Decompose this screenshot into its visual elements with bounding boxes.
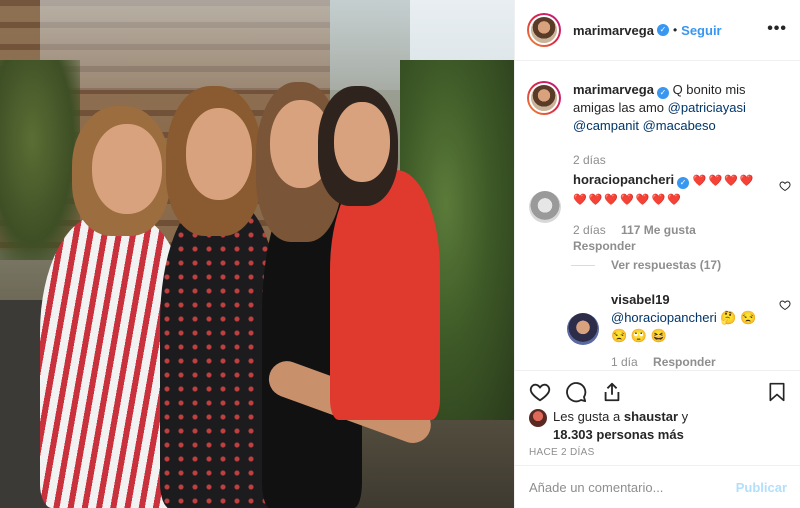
bookmark-icon[interactable] xyxy=(767,381,787,403)
post-panel: marimarvega ✓ • Seguir ••• marimarvega ✓ … xyxy=(514,0,800,508)
liker-avatar[interactable] xyxy=(529,409,547,427)
verified-icon: ✓ xyxy=(656,24,669,36)
more-icon[interactable]: ••• xyxy=(767,20,787,38)
comment-time[interactable]: 2 días xyxy=(573,223,606,237)
comment-input[interactable] xyxy=(529,480,736,495)
heart-icon[interactable] xyxy=(779,180,791,192)
commenter-username[interactable]: horaciopancheri xyxy=(573,172,674,187)
caption-avatar[interactable] xyxy=(527,81,561,115)
comment-icon[interactable] xyxy=(565,381,587,403)
author-username[interactable]: marimarvega xyxy=(573,23,654,38)
comment: horaciopancheri ✓ ❤️❤️❤️❤️❤️❤️❤️❤️❤️❤️❤️ … xyxy=(529,171,791,253)
heart-icon[interactable] xyxy=(529,381,551,403)
mention-link[interactable]: @patriciayasi xyxy=(668,100,746,115)
comment-time[interactable]: 1 día xyxy=(611,355,638,369)
follow-button[interactable]: Seguir xyxy=(681,23,721,38)
caption-username[interactable]: marimarvega xyxy=(573,82,654,97)
commenter-avatar[interactable] xyxy=(529,191,561,223)
caption-time[interactable]: 2 días xyxy=(573,153,606,167)
person-4 xyxy=(330,170,440,420)
reply-button[interactable]: Responder xyxy=(573,239,636,253)
post-actions: Les gusta a shaustar y 18.303 personas m… xyxy=(515,370,800,508)
mention-link[interactable]: @campanit xyxy=(573,118,639,133)
separator-dot: • xyxy=(672,23,678,37)
commenter-avatar[interactable] xyxy=(567,313,599,345)
verified-icon: ✓ xyxy=(677,177,690,189)
comment: visabel19 @horaciopancheri 🤔 😒 😒 🙄 😆 1 d… xyxy=(567,291,787,369)
plants-left xyxy=(0,60,80,260)
heart-icon[interactable] xyxy=(779,299,791,311)
mention-link[interactable]: @macabeso xyxy=(643,118,716,133)
divider xyxy=(571,264,595,266)
post-header: marimarvega ✓ • Seguir ••• xyxy=(515,0,800,61)
post-photo[interactable] xyxy=(0,0,514,508)
view-replies-button[interactable]: Ver respuestas (17) xyxy=(571,258,721,272)
action-icons xyxy=(529,381,623,403)
verified-icon: ✓ xyxy=(656,87,669,99)
commenter-username[interactable]: visabel19 xyxy=(611,292,670,307)
liker-username[interactable]: shaustar xyxy=(624,409,678,424)
caption: marimarvega ✓ Q bonito mis amigas las amo… xyxy=(527,81,789,167)
glass-panel xyxy=(40,0,410,90)
likes-count[interactable]: 18.303 personas más xyxy=(553,427,684,442)
reply-button[interactable]: Responder xyxy=(653,355,716,369)
likes-summary: Les gusta a shaustar y 18.303 personas m… xyxy=(529,408,703,444)
publish-button[interactable]: Publicar xyxy=(736,480,787,495)
bookmark-button[interactable] xyxy=(767,381,787,403)
comment-likes[interactable]: 117 Me gusta xyxy=(621,223,696,237)
post-timestamp[interactable]: HACE 2 DÍAS xyxy=(529,447,595,458)
comments-area[interactable]: marimarvega ✓ Q bonito mis amigas las amo… xyxy=(515,61,800,370)
author-avatar[interactable] xyxy=(527,13,561,47)
add-comment-bar: Publicar xyxy=(515,465,800,508)
mention-link[interactable]: @horaciopancheri xyxy=(611,310,717,325)
share-icon[interactable] xyxy=(601,381,623,403)
